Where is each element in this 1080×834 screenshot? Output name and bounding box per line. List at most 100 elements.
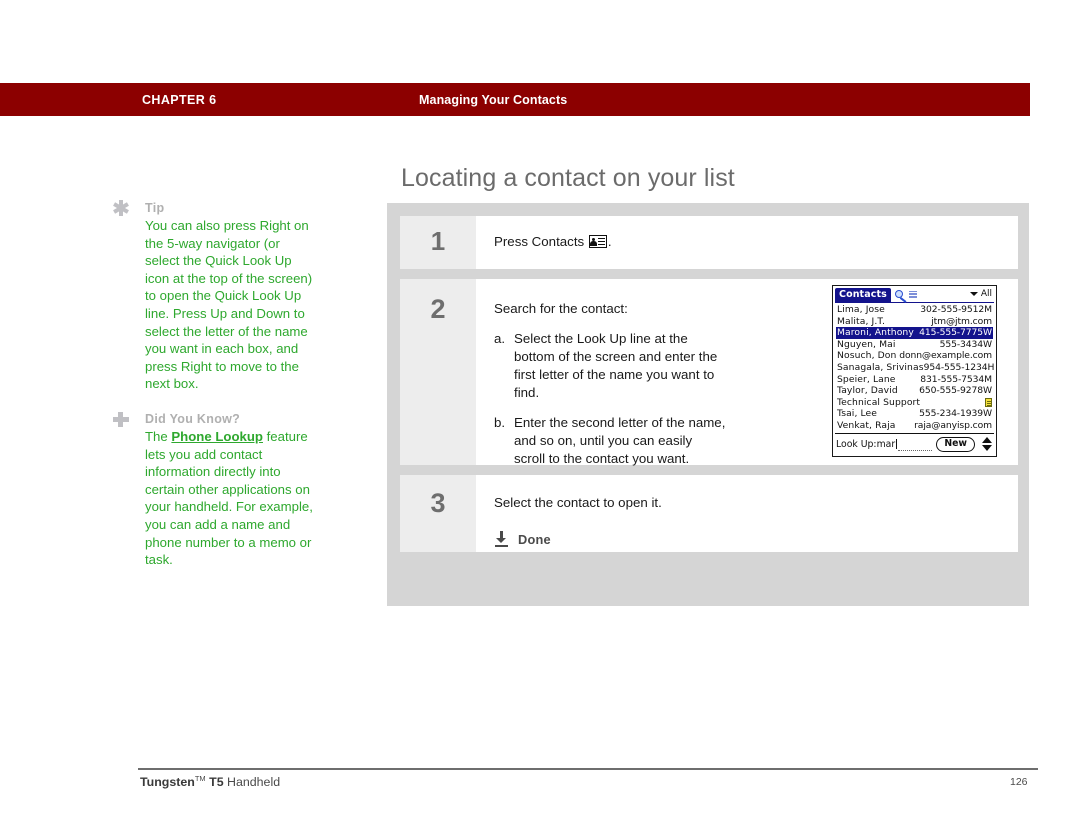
footer-product-name: Tungsten bbox=[140, 775, 195, 790]
dyk-suffix: feature lets you add contact information… bbox=[145, 428, 313, 568]
pda-category-label: All bbox=[980, 289, 992, 299]
contact-name: Technical Support bbox=[837, 396, 921, 408]
did-you-know-body: The Phone Lookup feature lets you add co… bbox=[112, 428, 317, 569]
step1-text-before: Press Contacts bbox=[494, 234, 588, 249]
pda-contact-row-selected[interactable]: Maroni, Anthony 415-555-7775W bbox=[836, 327, 993, 339]
step-number-3: 3 bbox=[430, 488, 446, 518]
pda-bottom-bar: Look Up: mar New bbox=[835, 433, 994, 454]
sidebar: Tip You can also press Right on the 5-wa… bbox=[112, 200, 317, 583]
pda-scroll-arrows[interactable] bbox=[980, 437, 994, 451]
step-number-2: 2 bbox=[430, 294, 446, 324]
contact-name: Venkat, Raja bbox=[837, 419, 896, 431]
pda-title-bar: Contacts All bbox=[835, 288, 994, 303]
trademark-symbol: TM bbox=[194, 774, 206, 783]
substep-b-marker: b. bbox=[494, 415, 506, 430]
lookup-underline bbox=[898, 441, 933, 451]
did-you-know-block: Did You Know? The Phone Lookup feature l… bbox=[112, 411, 317, 569]
step-number-cell-1: 1 bbox=[400, 216, 476, 269]
dyk-prefix: The bbox=[145, 428, 172, 444]
footer-product-type: Handheld bbox=[223, 775, 281, 790]
text-caret bbox=[895, 439, 898, 449]
contact-name: Speier, Lane bbox=[837, 373, 896, 385]
pda-contact-row[interactable]: Nosuch, Don donn@example.com bbox=[836, 350, 993, 362]
contact-name: Malita, J.T. bbox=[837, 315, 886, 327]
asterisk-icon bbox=[112, 200, 130, 216]
pda-contact-row[interactable]: Sanagala, Srivinas 954-555-1234H bbox=[836, 361, 995, 374]
substep-b-text: Enter the second letter of the name, and… bbox=[514, 415, 726, 466]
lookup-label: Look Up: bbox=[836, 438, 877, 450]
tip-block: Tip You can also press Right on the 5-wa… bbox=[112, 200, 317, 393]
lookup-input[interactable]: mar bbox=[877, 439, 896, 450]
contact-value: 954-555-1234H bbox=[923, 361, 995, 373]
steps-panel: 1 Press Contacts . 2 Search for the cont… bbox=[387, 203, 1029, 606]
chevron-down-icon bbox=[969, 292, 978, 296]
plus-icon bbox=[112, 411, 130, 427]
pda-contact-row[interactable]: Malita, J.T. jtm@jtm.com bbox=[836, 316, 993, 328]
tip-body: You can also press Right on the 5-way na… bbox=[145, 218, 313, 392]
page-number: 126 bbox=[1010, 776, 1028, 788]
step-number-1: 1 bbox=[430, 226, 446, 256]
pda-app-title: Contacts bbox=[835, 288, 891, 302]
contact-name: Nguyen, Mai bbox=[837, 338, 896, 350]
pda-contact-row[interactable]: Tsai, Lee 555-234-1939W bbox=[836, 408, 993, 420]
contact-name: Maroni, Anthony bbox=[837, 327, 914, 339]
substep-a-text: Select the Look Up line at the bottom of… bbox=[514, 331, 718, 400]
step-text-1: Press Contacts . bbox=[494, 233, 1004, 251]
pda-contact-row[interactable]: Lima, Jose 302-555-9512M bbox=[836, 304, 993, 316]
new-button[interactable]: New bbox=[936, 436, 975, 452]
header-subject: Managing Your Contacts bbox=[419, 92, 568, 107]
substep-a-marker: a. bbox=[494, 331, 506, 346]
magnifier-icon[interactable] bbox=[894, 289, 917, 303]
step-body-2: Search for the contact: a. Select the Lo… bbox=[476, 279, 1018, 466]
pda-contact-row[interactable]: Venkat, Raja raja@anyisp.com bbox=[836, 420, 993, 432]
pda-screenshot: Contacts All Lima, Jose 302-555-9512M Ma… bbox=[832, 285, 997, 457]
pda-contact-row[interactable]: Nguyen, Mai 555-3434W bbox=[836, 339, 993, 351]
page-header-band: CHAPTER 6 Managing Your Contacts bbox=[0, 83, 1030, 116]
phone-lookup-term: Phone Lookup bbox=[171, 428, 263, 444]
chapter-label: CHAPTER 6 bbox=[142, 92, 217, 107]
contact-name: Nosuch, Don bbox=[837, 350, 897, 362]
contact-name: Sanagala, Srivinas bbox=[837, 361, 924, 373]
manual-page: CHAPTER 6 Managing Your Contacts Locatin… bbox=[0, 0, 1080, 834]
step-row-1: 1 Press Contacts . bbox=[400, 216, 1018, 269]
contact-value: 415-555-7775W bbox=[919, 327, 992, 339]
contact-value: 555-3434W bbox=[939, 338, 993, 350]
step-body-1: Press Contacts . bbox=[476, 216, 1018, 269]
contacts-icon bbox=[588, 235, 607, 248]
step1-text-after: . bbox=[607, 234, 612, 249]
did-you-know-heading-row: Did You Know? bbox=[112, 411, 317, 427]
pda-contact-list[interactable]: Lima, Jose 302-555-9512M Malita, J.T. jt… bbox=[836, 304, 995, 432]
note-icon[interactable] bbox=[985, 398, 992, 408]
pda-contact-row[interactable]: Taylor, David 650-555-9278W bbox=[836, 385, 993, 397]
pda-contact-row[interactable]: Speier, Lane 831-555-7534M bbox=[836, 374, 993, 386]
triangle-up-icon[interactable] bbox=[982, 437, 992, 443]
step-number-cell-2: 2 bbox=[400, 279, 476, 465]
step-row-3: 3 Select the contact to open it. Done bbox=[400, 475, 1018, 552]
contact-value: jtm@jtm.com bbox=[931, 315, 992, 327]
done-row: Done bbox=[494, 531, 1004, 547]
tip-heading-row: Tip bbox=[112, 200, 317, 216]
step-body-3: Select the contact to open it. Done bbox=[476, 475, 1018, 552]
contact-name: Lima, Jose bbox=[837, 304, 885, 315]
step-text-3: Select the contact to open it. bbox=[494, 495, 662, 510]
footer-divider bbox=[138, 768, 1038, 770]
step-row-2: 2 Search for the contact: a. Select the … bbox=[400, 279, 1018, 466]
pda-category-selector[interactable]: All bbox=[969, 289, 992, 299]
contact-value: 650-555-9278W bbox=[919, 385, 992, 397]
download-arrow-icon bbox=[494, 531, 509, 547]
contact-name: Taylor, David bbox=[837, 385, 898, 397]
triangle-down-icon[interactable] bbox=[982, 445, 992, 451]
step-number-cell-3: 3 bbox=[400, 475, 476, 552]
footer-model: T5 bbox=[205, 775, 224, 790]
done-label: Done bbox=[518, 531, 551, 547]
tip-heading: Tip bbox=[145, 201, 165, 215]
contact-value: donn@example.com bbox=[899, 350, 992, 362]
contact-value: 555-234-1939W bbox=[919, 408, 992, 420]
contact-value: raja@anyisp.com bbox=[914, 419, 992, 431]
contact-name: Tsai, Lee bbox=[837, 408, 878, 420]
pda-contact-row[interactable]: Technical Support bbox=[836, 397, 993, 409]
contact-value: 302-555-9512M bbox=[920, 304, 992, 315]
page-title: Locating a contact on your list bbox=[401, 164, 735, 192]
did-you-know-heading: Did You Know? bbox=[145, 411, 241, 426]
footer-product: TungstenTM T5 Handheld bbox=[140, 774, 280, 789]
